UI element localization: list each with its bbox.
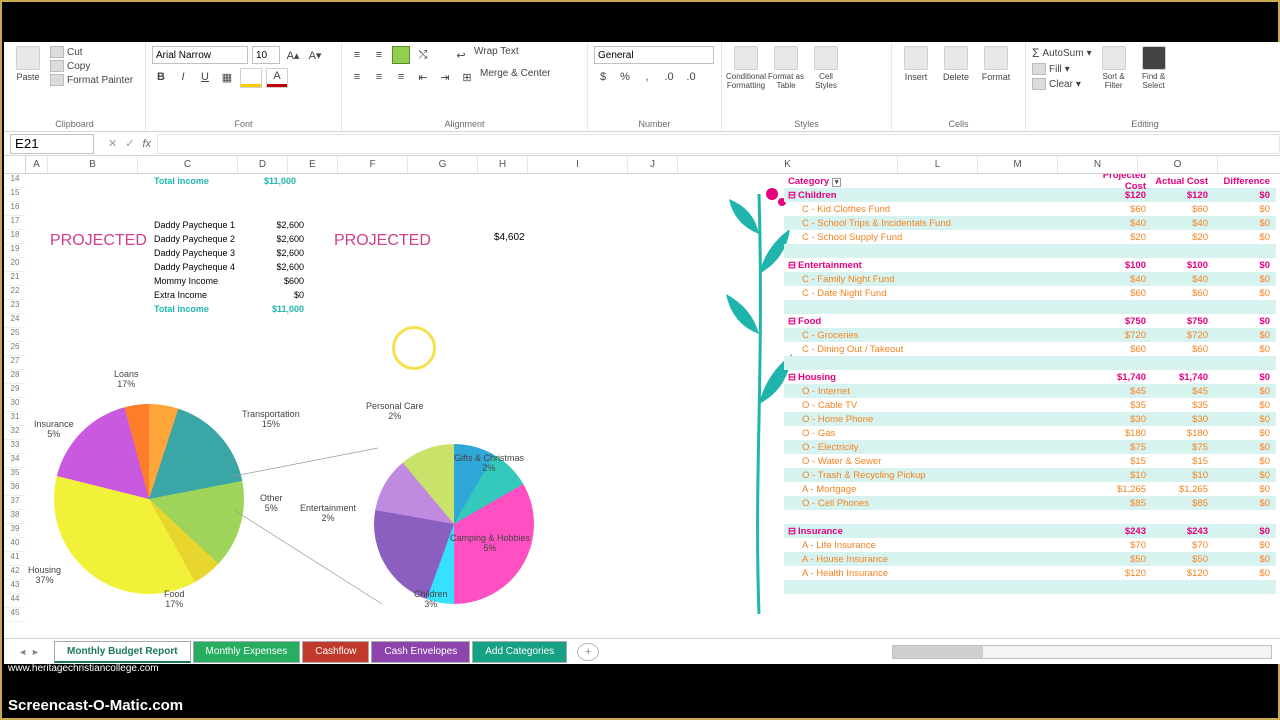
sheet-tab[interactable]: Cash Envelopes	[371, 641, 470, 663]
group-label: Clipboard	[10, 117, 139, 129]
total-income-value: $11,000	[264, 176, 296, 186]
sheet-tab[interactable]: Cashflow	[302, 641, 369, 663]
pie-label: Camping & Hobbies5%	[450, 534, 530, 554]
merge-icon: ⊞	[458, 68, 476, 86]
pie-label: Insurance5%	[34, 420, 74, 440]
row-headers[interactable]: 1415161718192021222324252627282930313233…	[4, 174, 26, 622]
formula-input[interactable]	[157, 134, 1280, 154]
cut-icon	[50, 46, 64, 58]
pie-label: Entertainment2%	[300, 504, 356, 524]
painter-icon	[50, 74, 64, 86]
name-box[interactable]	[10, 134, 94, 154]
cell-styles-button[interactable]: Cell Styles	[808, 46, 844, 117]
copy-icon	[50, 60, 64, 72]
total-income-label: Total income	[154, 176, 209, 186]
pie-label: Loans17%	[114, 370, 139, 390]
tab-nav[interactable]: ◄►	[4, 647, 54, 657]
font-color-button[interactable]: A	[266, 68, 288, 88]
grow-font-button[interactable]: A▴	[284, 46, 302, 64]
align-top-button[interactable]: ≡	[348, 46, 366, 64]
orientation-button[interactable]: ⤭	[414, 46, 432, 64]
number-format-select[interactable]	[594, 46, 714, 64]
paste-icon	[16, 46, 40, 70]
currency-button[interactable]: $	[594, 68, 612, 86]
horizontal-scrollbar[interactable]	[599, 645, 1280, 659]
indent-inc-button[interactable]: ⇥	[436, 68, 454, 86]
budget-pie-chart[interactable]	[54, 404, 244, 594]
autosum-button[interactable]: Σ AutoSum ▾	[1032, 46, 1092, 60]
pie-label: Transportation15%	[242, 410, 300, 430]
new-sheet-button[interactable]: +	[577, 643, 599, 661]
align-bottom-button[interactable]	[392, 46, 410, 64]
dec-decimal-button[interactable]: .0	[682, 68, 700, 86]
income-list: Daddy Paycheque 1$2,600Daddy Paycheque 2…	[154, 218, 304, 316]
conditional-formatting-button[interactable]: Conditional Formatting	[728, 46, 764, 117]
projected-label-right: PROJECTED	[334, 232, 431, 250]
fx-label[interactable]: fx	[142, 138, 151, 150]
cancel-formula-icon[interactable]: ✕	[108, 137, 117, 150]
projected-value: $4,602	[494, 232, 525, 243]
format-button[interactable]: Format	[978, 46, 1014, 117]
find-select-button[interactable]: Find & Select	[1136, 46, 1172, 117]
paste-button[interactable]: Paste	[10, 46, 46, 117]
projected-label-left: PROJECTED	[50, 232, 147, 250]
pie-label: Personal Care2%	[366, 402, 424, 422]
category-table[interactable]: Category ▾Projected CostActual CostDiffe…	[784, 174, 1276, 594]
pie-label: Housing37%	[28, 566, 61, 586]
pie-label: Other5%	[260, 494, 283, 514]
percent-button[interactable]: %	[616, 68, 634, 86]
insert-button[interactable]: Insert	[898, 46, 934, 117]
inc-decimal-button[interactable]: .0	[660, 68, 678, 86]
cut-button[interactable]: Cut	[50, 46, 133, 58]
sheet-tab[interactable]: Monthly Expenses	[193, 641, 301, 663]
watermark-brand: Screencast-O-Matic.com	[8, 697, 183, 714]
clear-button[interactable]: Clear ▾	[1032, 78, 1092, 90]
indent-dec-button[interactable]: ⇤	[414, 68, 432, 86]
align-left-button[interactable]: ≡	[348, 68, 366, 86]
formula-bar: ✕ ✓ fx	[4, 132, 1280, 156]
align-mid-button[interactable]: ≡	[370, 46, 388, 64]
font-size-select[interactable]	[252, 46, 280, 64]
watermark-url: www.heritagechristiancollege.com	[8, 663, 159, 674]
bold-button[interactable]: B	[152, 68, 170, 86]
cursor-highlight-icon	[392, 326, 436, 370]
align-right-button[interactable]: ≡	[392, 68, 410, 86]
comma-button[interactable]: ,	[638, 68, 656, 86]
fill-button[interactable]: Fill ▾	[1032, 63, 1092, 75]
fill-color-button[interactable]	[240, 68, 262, 88]
underline-button[interactable]: U	[196, 68, 214, 86]
sheet-tabs: ◄► Monthly Budget ReportMonthly Expenses…	[4, 638, 1280, 664]
enter-formula-icon[interactable]: ✓	[125, 137, 134, 150]
delete-button[interactable]: Delete	[938, 46, 974, 117]
border-button[interactable]: ▦	[218, 68, 236, 86]
sheet-tab[interactable]: Add Categories	[472, 641, 567, 663]
font-family-select[interactable]	[152, 46, 248, 64]
pie-label: Gifts & Christmas2%	[454, 454, 524, 474]
format-as-table-button[interactable]: Format as Table	[768, 46, 804, 117]
pie-label: Food17%	[164, 590, 185, 610]
align-center-button[interactable]: ≡	[370, 68, 388, 86]
column-headers[interactable]: ABCDEFGHIJKLMNO	[4, 156, 1280, 174]
merge-center-button[interactable]: Merge & Center	[480, 68, 551, 86]
worksheet[interactable]: 1415161718192021222324252627282930313233…	[4, 174, 1280, 638]
sheet-tab[interactable]: Monthly Budget Report	[54, 641, 191, 663]
italic-button[interactable]: I	[174, 68, 192, 86]
shrink-font-button[interactable]: A▾	[306, 46, 324, 64]
format-painter-button[interactable]: Format Painter	[50, 74, 133, 86]
wrap-text-button[interactable]: Wrap Text	[474, 46, 519, 64]
pie-label: Children3%	[414, 590, 448, 610]
copy-button[interactable]: Copy	[50, 60, 133, 72]
ribbon: Paste Cut Copy Format Painter Clipboard …	[4, 42, 1280, 132]
wrap-text-icon: ↩	[452, 46, 470, 64]
sort-filter-button[interactable]: Sort & Filter	[1096, 46, 1132, 117]
